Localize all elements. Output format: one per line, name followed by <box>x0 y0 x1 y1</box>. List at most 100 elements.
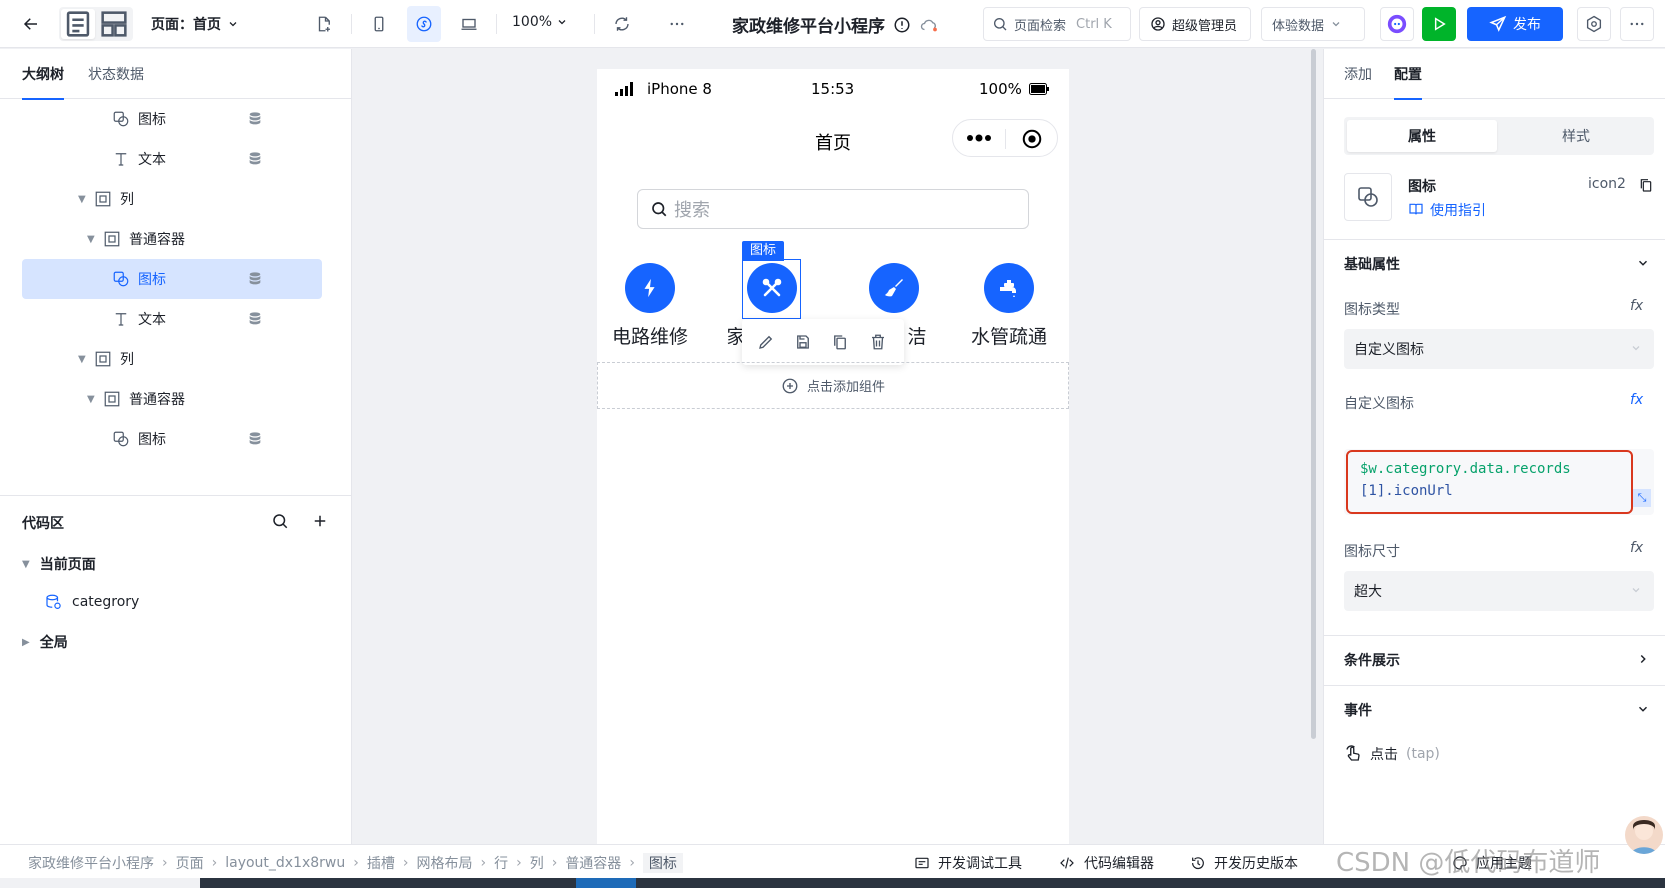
refresh-icon[interactable] <box>605 6 639 42</box>
usage-guide-link[interactable]: 使用指引 <box>1430 200 1486 220</box>
bolt-icon[interactable] <box>625 263 675 313</box>
more-horizontal-icon[interactable] <box>660 6 694 42</box>
expand-editor-icon[interactable]: ⤡ <box>1633 489 1651 507</box>
tree-node-container[interactable]: ▼ 普通容器 <box>22 219 322 259</box>
trash-icon[interactable] <box>869 333 887 351</box>
caret-down-icon[interactable]: ▼ <box>78 194 86 205</box>
dev-tools-button[interactable]: 开发调试工具 <box>914 853 1022 873</box>
breadcrumb-item[interactable]: 普通容器 <box>565 853 621 873</box>
breadcrumb-item[interactable]: 插槽 <box>367 853 395 873</box>
chevron-down-icon[interactable] <box>1636 256 1650 270</box>
miniprogram-device-icon[interactable] <box>407 6 441 42</box>
info-icon[interactable] <box>893 16 911 34</box>
caret-down-icon[interactable]: ▼ <box>87 234 95 245</box>
tree-node-icon-selected[interactable]: 图标 <box>22 259 322 299</box>
code-editor-button[interactable]: 代码编辑器 <box>1058 853 1154 873</box>
icon-component-icon <box>112 270 130 288</box>
tab-add[interactable]: 添加 <box>1344 64 1372 84</box>
tab-style[interactable]: 样式 <box>1501 120 1651 152</box>
database-icon[interactable] <box>247 151 263 167</box>
more-dots-icon[interactable] <box>967 133 991 143</box>
tree-node-container[interactable]: ▼ 普通容器 <box>22 379 322 419</box>
admin-button[interactable]: 超级管理员 <box>1139 7 1251 41</box>
icon-type-select[interactable]: 自定义图标 <box>1344 329 1654 369</box>
copy-icon[interactable] <box>1638 177 1654 193</box>
breadcrumb-item[interactable]: 页面 <box>176 853 204 873</box>
outline-view-icon[interactable] <box>61 9 95 39</box>
mobile-device-icon[interactable] <box>362 6 396 42</box>
more-options-button[interactable] <box>1620 7 1654 41</box>
database-icon[interactable] <box>247 311 263 327</box>
layout-view-icon[interactable] <box>97 9 131 39</box>
cloud-sync-icon[interactable] <box>919 16 939 34</box>
database-icon[interactable] <box>247 271 263 287</box>
faucet-icon[interactable] <box>984 263 1034 313</box>
breadcrumb-item[interactable]: 网格布局 <box>416 853 472 873</box>
breadcrumb-item[interactable]: 家政维修平台小程序 <box>28 853 154 873</box>
history-button[interactable]: 开发历史版本 <box>1190 853 1298 873</box>
basic-props-title[interactable]: 基础属性 <box>1344 254 1400 274</box>
desktop-device-icon[interactable] <box>452 6 486 42</box>
search-icon[interactable] <box>271 512 289 530</box>
battery-icon <box>1029 83 1049 95</box>
selection-outline[interactable] <box>742 259 801 319</box>
chevron-right-icon[interactable] <box>1636 652 1650 666</box>
experience-data-select[interactable]: 体验数据 <box>1261 7 1365 41</box>
current-page-label: 当前页面 <box>39 557 96 573</box>
tab-properties[interactable]: 属性 <box>1347 120 1497 152</box>
copy-icon[interactable] <box>831 333 849 351</box>
tree-node-label: 文本 <box>138 312 166 328</box>
fx-icon[interactable]: fx <box>1630 298 1643 314</box>
code-area-title: 代码区 <box>22 516 64 532</box>
broom-icon[interactable] <box>869 263 919 313</box>
settings-button[interactable] <box>1577 7 1611 41</box>
code-tree-current-page[interactable]: ▼ 当前页面 <box>22 554 96 574</box>
tab-state-data[interactable]: 状态数据 <box>88 64 144 84</box>
canvas-scrollbar[interactable] <box>1311 49 1316 739</box>
event-tap-row[interactable]: 点击 (tap) <box>1344 744 1440 764</box>
publish-button[interactable]: 发布 <box>1467 7 1563 41</box>
breadcrumb-item[interactable]: 行 <box>494 853 508 873</box>
code-tree-global[interactable]: ▶ 全局 <box>22 632 68 652</box>
tree-node-icon[interactable]: 图标 <box>22 419 322 459</box>
add-component-zone[interactable]: 点击添加组件 <box>597 362 1069 409</box>
caret-down-icon[interactable]: ▼ <box>87 394 95 405</box>
code-tree-datasource[interactable]: categrory <box>44 593 139 611</box>
page-selector[interactable]: 页面：首页 <box>151 14 239 34</box>
mobile-search-input[interactable]: 搜索 <box>637 189 1029 229</box>
fx-icon[interactable]: fx <box>1630 392 1643 408</box>
database-icon[interactable] <box>247 431 263 447</box>
back-arrow-icon[interactable] <box>14 6 48 42</box>
ai-assistant-button[interactable] <box>1380 7 1414 41</box>
chevron-down-icon[interactable] <box>1636 702 1650 716</box>
fx-icon[interactable]: fx <box>1630 540 1643 556</box>
caret-down-icon[interactable]: ▼ <box>78 354 86 365</box>
search-icon <box>652 202 667 217</box>
breadcrumb-item[interactable]: 列 <box>530 853 544 873</box>
tab-outline-tree[interactable]: 大纲树 <box>22 64 64 100</box>
breadcrumb-current[interactable]: 图标 <box>642 853 683 873</box>
plus-icon[interactable] <box>311 512 329 530</box>
tree-node-text[interactable]: 文本 <box>22 139 322 179</box>
avatar[interactable] <box>1625 816 1663 854</box>
tree-node-icon[interactable]: 图标 <box>22 100 322 139</box>
database-icon[interactable] <box>247 111 263 127</box>
add-page-icon[interactable] <box>307 6 341 42</box>
tree-node-column[interactable]: ▼ 列 <box>22 179 322 219</box>
tree-node-text[interactable]: 文本 <box>22 299 322 339</box>
tab-config[interactable]: 配置 <box>1394 64 1422 100</box>
save-icon[interactable] <box>794 333 812 351</box>
tree-node-column[interactable]: ▼ 列 <box>22 339 322 379</box>
category-item[interactable]: 水管疏通 <box>949 263 1069 353</box>
breadcrumb-item[interactable]: layout_dx1x8rwu <box>225 855 345 871</box>
icon-size-select[interactable]: 超大 <box>1344 571 1654 611</box>
edit-pencil-icon[interactable] <box>757 333 775 351</box>
zoom-selector[interactable]: 100% <box>512 14 568 30</box>
events-title[interactable]: 事件 <box>1344 700 1372 720</box>
run-button[interactable] <box>1422 7 1456 41</box>
mini-program-capsule[interactable] <box>952 119 1058 157</box>
page-search-input[interactable]: 页面检索 Ctrl K <box>983 7 1131 41</box>
condition-display-title[interactable]: 条件展示 <box>1344 650 1400 670</box>
close-target-icon[interactable] <box>1021 128 1043 150</box>
component-action-toolbar <box>742 319 904 365</box>
